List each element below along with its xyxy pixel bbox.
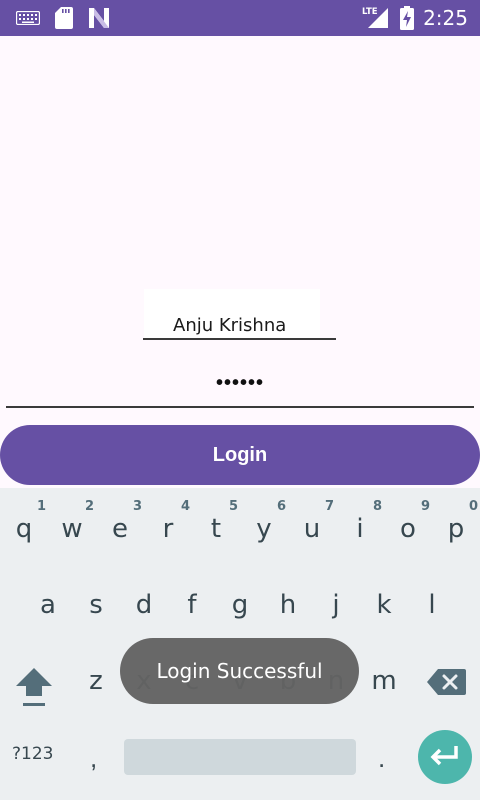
key-hint: 9	[420, 499, 430, 514]
status-bar: LTE 2:25	[0, 0, 480, 36]
space-bar[interactable]	[124, 739, 356, 775]
key-label: i	[356, 514, 364, 544]
key-g[interactable]: g	[216, 564, 264, 624]
key-label: e	[112, 514, 128, 544]
login-form: Anju Krishna •••••• Login	[0, 36, 480, 488]
key-w[interactable]: 2w	[48, 488, 96, 548]
key-a[interactable]: a	[24, 564, 72, 624]
status-time: 2:25	[423, 6, 468, 30]
key-label: z	[89, 666, 103, 696]
key-hint: 7	[324, 499, 334, 514]
login-button[interactable]: Login	[0, 425, 480, 485]
key-s[interactable]: s	[72, 564, 120, 624]
key-m[interactable]: m	[360, 640, 408, 700]
shift-arrow-icon	[16, 668, 52, 706]
key-h[interactable]: h	[264, 564, 312, 624]
key-r[interactable]: 4r	[144, 488, 192, 548]
key-label: r	[162, 514, 174, 544]
key-i[interactable]: 8i	[336, 488, 384, 548]
key-hint: 0	[468, 499, 478, 514]
key-label: l	[428, 590, 436, 620]
comma-key[interactable]: ,	[90, 743, 97, 774]
period-key[interactable]: .	[378, 743, 385, 774]
key-e[interactable]: 3e	[96, 488, 144, 548]
key-j[interactable]: j	[312, 564, 360, 624]
key-label: k	[376, 590, 392, 620]
key-label: h	[279, 590, 297, 620]
key-o[interactable]: 9o	[384, 488, 432, 548]
password-underline	[6, 406, 474, 408]
key-hint: 8	[372, 499, 382, 514]
n-logo-icon	[88, 7, 110, 34]
lte-signal-icon: LTE	[362, 5, 390, 34]
symbols-key[interactable]: ?123	[12, 744, 53, 764]
key-k[interactable]: k	[360, 564, 408, 624]
toast-message: Login Successful	[120, 638, 359, 704]
key-label: q	[15, 514, 33, 544]
username-value[interactable]: Anju Krishna	[173, 315, 286, 336]
key-z[interactable]: z	[72, 640, 120, 700]
keyboard-icon	[15, 10, 41, 30]
key-label: t	[210, 514, 222, 544]
username-underline	[143, 338, 336, 340]
backspace-key[interactable]	[426, 668, 466, 696]
key-hint: 3	[132, 499, 142, 514]
key-hint: 5	[228, 499, 238, 514]
svg-text:LTE: LTE	[362, 7, 378, 17]
key-label: s	[89, 590, 103, 620]
sd-card-icon	[55, 7, 73, 34]
battery-charging-icon	[400, 6, 414, 35]
key-y[interactable]: 6y	[240, 488, 288, 548]
key-label: y	[256, 514, 272, 544]
key-f[interactable]: f	[168, 564, 216, 624]
key-label: m	[371, 666, 397, 696]
key-label: w	[61, 514, 83, 544]
key-l[interactable]: l	[408, 564, 456, 624]
key-label: j	[332, 590, 340, 620]
key-label: p	[447, 514, 465, 544]
key-hint: 1	[36, 499, 46, 514]
key-label: d	[135, 590, 153, 620]
key-u[interactable]: 7u	[288, 488, 336, 548]
key-label: u	[303, 514, 321, 544]
backspace-icon	[427, 669, 466, 695]
shift-key[interactable]	[14, 666, 54, 710]
enter-key[interactable]	[418, 730, 472, 784]
enter-arrow-icon	[430, 746, 458, 766]
key-q[interactable]: 1q	[0, 488, 48, 548]
password-field[interactable]: ••••••	[0, 372, 480, 395]
key-hint: 4	[180, 499, 190, 514]
key-label: f	[187, 590, 197, 620]
key-hint: 2	[84, 499, 94, 514]
key-t[interactable]: 5t	[192, 488, 240, 548]
key-label: g	[231, 590, 249, 620]
key-d[interactable]: d	[120, 564, 168, 624]
key-label: o	[400, 514, 416, 544]
key-p[interactable]: 0p	[432, 488, 480, 548]
key-hint: 6	[276, 499, 286, 514]
key-label: a	[40, 590, 56, 620]
